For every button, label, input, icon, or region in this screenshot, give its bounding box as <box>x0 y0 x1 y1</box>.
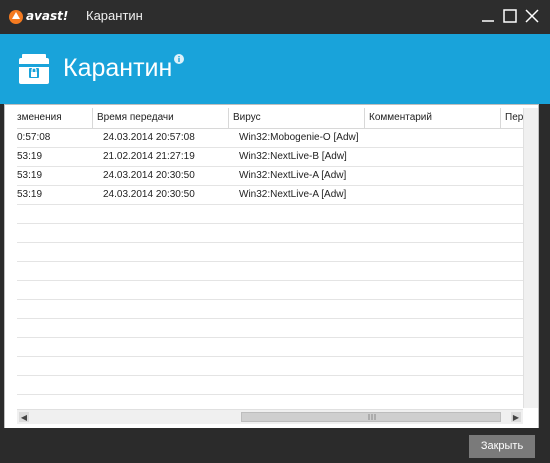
cell-virus: Win32:NextLive-B [Adw] <box>239 151 347 162</box>
minimize-icon[interactable] <box>478 6 498 26</box>
close-icon[interactable] <box>522 6 542 26</box>
cell-modified: 53:19 <box>17 189 43 200</box>
column-header-extra[interactable]: Пер <box>501 108 523 128</box>
cell-sent-time: 24.03.2014 20:30:50 <box>103 170 195 181</box>
cell-comment <box>369 129 499 147</box>
maximize-icon[interactable] <box>500 6 520 26</box>
empty-row <box>17 262 523 281</box>
cell-sent-time: 24.03.2014 20:30:50 <box>103 189 195 200</box>
cell-modified: 53:19 <box>17 170 43 181</box>
table-row[interactable]: 0:57:08 24.03.2014 20:57:08 Win32:Moboge… <box>17 129 523 148</box>
column-header-sent-time[interactable]: Время передачи <box>93 108 229 128</box>
close-button[interactable]: Закрыть <box>469 435 535 458</box>
empty-row <box>17 243 523 262</box>
grip-icon <box>368 414 376 420</box>
empty-row <box>17 205 523 224</box>
empty-row <box>17 281 523 300</box>
cell-virus: Win32:NextLive-A [Adw] <box>239 170 347 181</box>
scroll-left-icon[interactable]: ◀ <box>19 412 29 422</box>
footer-bar <box>0 428 550 463</box>
header-banner: Карантин <box>0 34 550 104</box>
table-header: зменения Время передачи Вирус Комментари… <box>17 108 523 129</box>
quarantine-chest-icon <box>19 54 49 84</box>
logo-text: avast! <box>26 9 69 23</box>
quarantine-table[interactable]: зменения Время передачи Вирус Комментари… <box>17 108 523 408</box>
table-row[interactable]: 53:19 24.03.2014 20:30:50 Win32:NextLive… <box>17 167 523 186</box>
column-header-comment[interactable]: Комментарий <box>365 108 501 128</box>
page-title: Карантин <box>63 54 173 82</box>
empty-row <box>17 300 523 319</box>
cell-modified: 0:57:08 <box>17 132 51 143</box>
table-row[interactable]: 53:19 21.02.2014 21:27:19 Win32:NextLive… <box>17 148 523 167</box>
quarantine-panel: зменения Время передачи Вирус Комментари… <box>4 104 539 430</box>
scroll-right-icon[interactable]: ▶ <box>511 412 521 422</box>
cell-sent-time: 21.02.2014 21:27:19 <box>103 151 195 162</box>
column-header-modified[interactable]: зменения <box>17 108 93 128</box>
column-header-virus[interactable]: Вирус <box>229 108 365 128</box>
table-row[interactable]: 53:19 24.03.2014 20:30:50 Win32:NextLive… <box>17 186 523 205</box>
empty-row <box>17 376 523 395</box>
info-icon[interactable] <box>174 54 184 64</box>
cell-virus: Win32:Mobogenie-O [Adw] <box>239 132 359 143</box>
cell-comment <box>369 167 499 185</box>
cell-comment <box>369 186 499 204</box>
cell-sent-time: 24.03.2014 20:57:08 <box>103 132 195 143</box>
empty-row <box>17 338 523 357</box>
empty-row <box>17 224 523 243</box>
cell-modified: 53:19 <box>17 151 43 162</box>
window-title: Карантин <box>86 8 143 23</box>
horizontal-scrollbar[interactable]: ◀ ▶ <box>17 409 523 424</box>
vertical-scrollbar[interactable] <box>523 108 538 408</box>
cell-virus: Win32:NextLive-A [Adw] <box>239 189 347 200</box>
empty-row <box>17 357 523 376</box>
cell-comment <box>369 148 499 166</box>
empty-row <box>17 319 523 338</box>
horizontal-scroll-thumb[interactable] <box>241 412 501 422</box>
title-bar: avast! Карантин <box>0 0 550 34</box>
